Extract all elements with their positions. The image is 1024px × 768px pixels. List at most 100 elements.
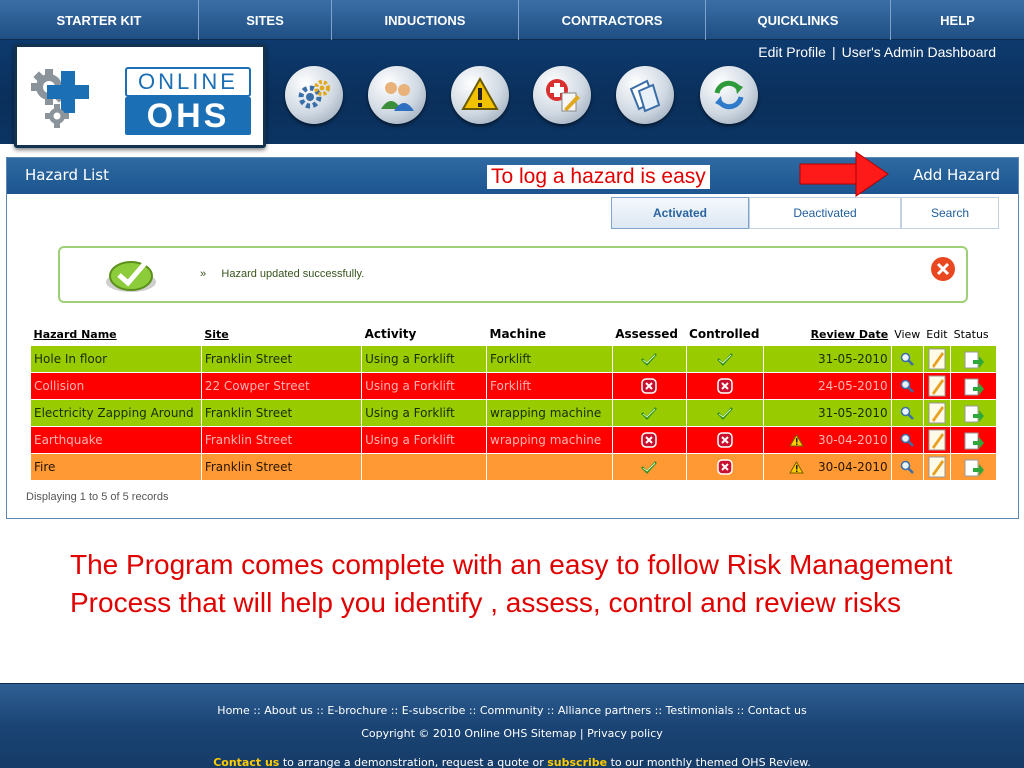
close-icon[interactable] [930,256,956,282]
footer-link-home[interactable]: Home [217,704,249,717]
review-date-cell: 30-04-2010 [763,425,892,454]
nav-starter-kit[interactable]: STARTER KIT [0,0,199,40]
edit-cell[interactable] [922,398,952,427]
status-export-icon[interactable] [964,351,984,368]
status-cell[interactable] [950,425,997,454]
status-tabs: Activated Deactivated Search [611,197,999,229]
footer-link-alliance-partners[interactable]: Alliance partners [558,704,651,717]
controlled-cell [685,425,765,454]
footer-link-about-us[interactable]: About us [264,704,313,717]
view-cell[interactable] [890,425,924,454]
tab-deactivated[interactable]: Deactivated [749,197,901,229]
status-export-icon[interactable] [964,459,984,476]
magnifier-icon[interactable] [900,351,915,366]
add-hazard-link[interactable]: Add Hazard [913,166,1000,184]
footer-link-separator: :: [543,704,558,717]
edit-cell[interactable] [922,344,952,373]
hazard-name-cell: Hole In floor [30,344,202,373]
edit-pencil-icon[interactable] [928,456,946,477]
first-aid-edit-icon[interactable] [533,66,591,124]
table-header-row: Hazard Name Site Activity Machine Assess… [31,324,997,345]
col-review-date[interactable]: Review Date [764,324,891,345]
documents-icon[interactable] [616,66,674,124]
footer-contact-link[interactable]: Contact us [213,756,279,768]
edit-profile-link[interactable]: Edit Profile [758,44,826,60]
status-export-icon[interactable] [964,432,984,449]
view-cell[interactable] [890,452,924,481]
footer-link-testimonials[interactable]: Testimonials [666,704,734,717]
footer-link-community[interactable]: Community [480,704,544,717]
promo-blurb: The Program comes complete with an easy … [70,549,953,618]
edit-cell[interactable] [922,452,952,481]
refresh-icon[interactable] [700,66,758,124]
nav-help[interactable]: HELP [891,0,1024,40]
status-cell[interactable] [950,398,997,427]
tab-search[interactable]: Search [901,197,999,229]
success-message-text: » Hazard updated successfully. [200,268,364,280]
nav-sites[interactable]: SITES [199,0,332,40]
edit-pencil-icon[interactable] [928,429,946,450]
view-cell[interactable] [890,398,924,427]
site-cell: Franklin Street [200,452,363,481]
col-site[interactable]: Site [201,324,361,345]
status-export-icon[interactable] [964,405,984,422]
status-export-icon[interactable] [964,378,984,395]
check-icon [716,405,734,420]
edit-pencil-icon[interactable] [928,402,946,423]
table-row: Hole In floor Franklin Street Using a Fork… [30,344,997,373]
gears-icon[interactable] [285,66,343,124]
activity-cell [361,452,488,481]
edit-pencil-icon[interactable] [928,375,946,396]
footer-link-contact-us[interactable]: Contact us [748,704,807,717]
success-message: » Hazard updated successfully. [58,246,968,303]
hazard-rows: Hole In floor Franklin Street Using a Fork… [30,344,997,481]
warning-icon [789,460,818,474]
status-cell[interactable] [950,344,997,373]
admin-dashboard-link[interactable]: User's Admin Dashboard [842,44,996,60]
logo-online-text: ONLINE [125,67,251,97]
users-icon[interactable] [368,66,426,124]
review-date-text: 31-05-2010 [817,351,888,366]
privacy-policy-link[interactable]: Privacy policy [587,727,663,740]
col-activity: Activity [364,327,417,342]
footer-link-e-subscribe[interactable]: E-subscribe [402,704,466,717]
footer-link-separator: :: [465,704,480,717]
edit-cell[interactable] [922,371,952,400]
footer-contact-line: Contact us to arrange a demonstration, r… [0,756,1024,768]
footer-links: Home :: About us :: E-brochure :: E-subs… [0,704,1024,717]
check-icon [716,351,734,366]
col-edit: Edit [926,327,948,341]
status-cell[interactable] [950,371,997,400]
panel-title: Hazard List [25,166,109,184]
magnifier-icon[interactable] [900,405,915,420]
status-cell[interactable] [950,452,997,481]
review-date-text: 30-04-2010 [817,459,888,474]
nav-contractors[interactable]: CONTRACTORS [519,0,706,40]
assessed-cell [611,344,687,373]
col-hazard-name[interactable]: Hazard Name [31,324,202,345]
sitemap-link[interactable]: Sitemap [531,727,577,740]
footer-link-separator: :: [651,704,666,717]
cross-icon [717,431,733,448]
footer-subscribe-link[interactable]: subscribe [547,756,607,768]
hazard-name-cell: Collision [30,371,202,400]
warning-icon[interactable] [451,66,509,124]
nav-quicklinks[interactable]: QUICKLINKS [706,0,891,40]
view-cell[interactable] [890,371,924,400]
magnifier-icon[interactable] [900,378,915,393]
magnifier-icon[interactable] [900,459,915,474]
machine-cell [486,452,613,481]
header-user-links: Edit Profile | User's Admin Dashboard [758,44,996,60]
activity-cell: Using a Forklift [361,371,488,400]
footer-link-e-brochure[interactable]: E-brochure [327,704,387,717]
footer-contact-end: to our monthly themed OHS Review. [607,756,811,768]
footer-copyright: Copyright © 2010 Online OHS Sitemap | Pr… [0,727,1024,740]
site-logo[interactable]: ONLINE OHS [14,44,266,148]
view-cell[interactable] [890,344,924,373]
review-date-text: 31-05-2010 [817,405,888,420]
tab-activated[interactable]: Activated [611,197,749,229]
magnifier-icon[interactable] [900,432,915,447]
edit-pencil-icon[interactable] [928,348,946,369]
nav-inductions[interactable]: INDUCTIONS [332,0,519,40]
edit-cell[interactable] [922,425,952,454]
